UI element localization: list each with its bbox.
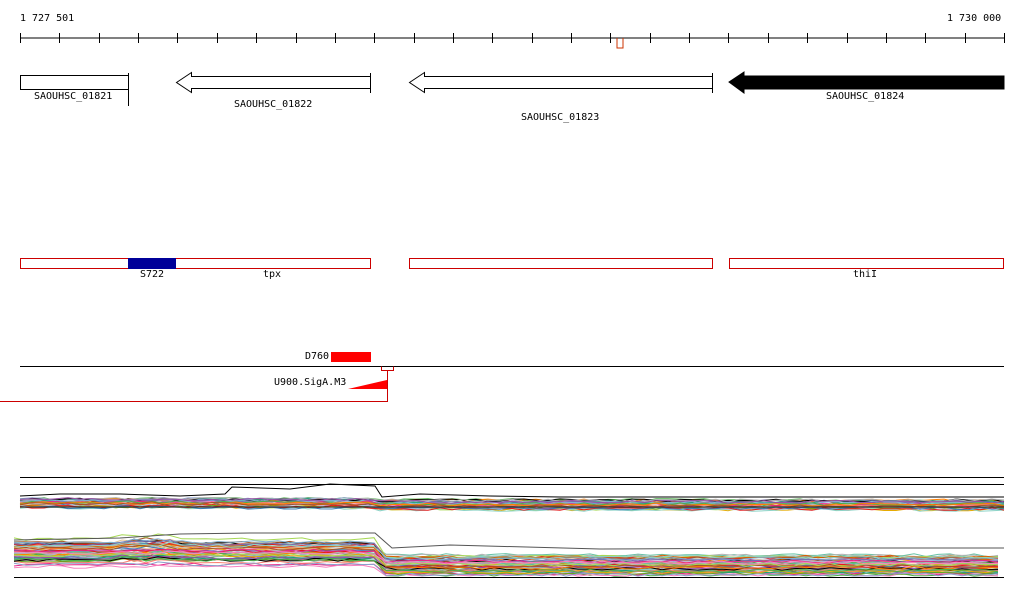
promoter-label[interactable]: U900.SigA.M3	[274, 377, 346, 389]
d760-label[interactable]: D760	[305, 351, 329, 363]
gene-label-saouhsc-01822[interactable]: SAOUHSC_01822	[234, 99, 312, 111]
feature-label-s722[interactable]: S722	[140, 269, 164, 281]
feature-label-thii[interactable]: thiI	[853, 269, 877, 281]
promoter-marker	[381, 366, 394, 371]
gene-arrow-saouhsc-01822[interactable]	[175, 71, 371, 94]
expression-profiles	[13, 477, 1005, 578]
gene-label-saouhsc-01821[interactable]: SAOUHSC_01821	[34, 91, 112, 103]
upper-profile-lines	[19, 483, 1005, 512]
ruler-end-label: 1 730 000	[947, 13, 1002, 24]
promoter-triangle[interactable]	[348, 380, 387, 389]
feature-box-thii[interactable]	[729, 258, 1004, 269]
regulatory-track	[0, 352, 1004, 402]
gene-label-saouhsc-01824[interactable]: SAOUHSC_01824	[826, 91, 904, 103]
feature-label-tpx[interactable]: tpx	[263, 269, 281, 281]
d760-block[interactable]	[331, 352, 371, 362]
lower-profile-lines	[13, 532, 1004, 577]
gene-label-saouhsc-01823[interactable]: SAOUHSC_01823	[521, 112, 599, 124]
gene-arrow-saouhsc-01821[interactable]	[20, 75, 129, 90]
feature-s722[interactable]	[128, 258, 176, 269]
gene-arrow-saouhsc-01824[interactable]	[728, 71, 1005, 94]
ruler-start-label: 1 727 501	[20, 13, 75, 24]
expression-profile-line	[19, 483, 1004, 498]
feature-box-left[interactable]	[20, 258, 371, 269]
gene-arrow-saouhsc-01823[interactable]	[408, 71, 713, 94]
feature-box-middle[interactable]	[409, 258, 713, 269]
feature-track	[20, 258, 1004, 269]
position-marker	[616, 38, 624, 49]
ruler	[20, 33, 1005, 49]
